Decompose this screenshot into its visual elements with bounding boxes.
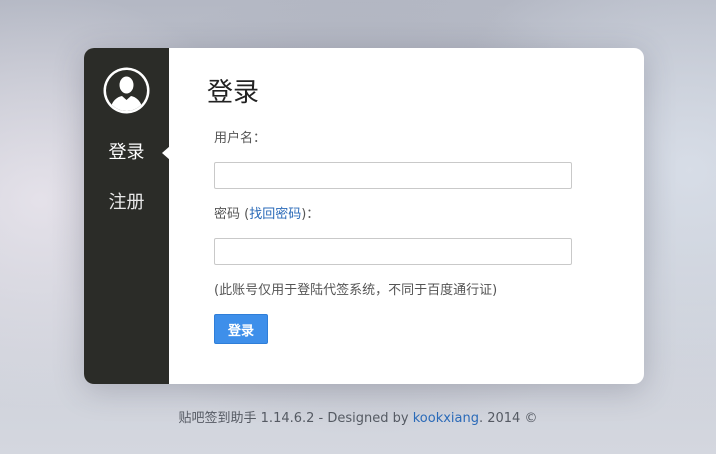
forgot-password-link[interactable]: 找回密码 <box>249 207 301 222</box>
author-link[interactable]: kookxiang <box>413 411 479 426</box>
login-button[interactable]: 登录 <box>214 314 268 344</box>
login-card: 登录 注册 登录 用户名： 密码 (找回密码)： (此账号仅用于登陆代签系统，不… <box>84 48 644 384</box>
sidebar: 登录 注册 <box>84 48 169 384</box>
password-input[interactable] <box>214 238 572 265</box>
footer-copyright: . 2014 © <box>478 411 538 426</box>
footer-text: 贴吧签到助手 1.14.6.2 - Designed by <box>178 411 413 426</box>
password-label-suffix: )： <box>301 207 320 222</box>
page-title: 登录 <box>207 78 260 108</box>
password-label: 密码 (找回密码)： <box>214 206 319 224</box>
user-avatar-icon <box>103 67 150 114</box>
username-input[interactable] <box>214 162 572 189</box>
login-form: 登录 用户名： 密码 (找回密码)： (此账号仅用于登陆代签系统，不同于百度通行… <box>169 48 644 384</box>
sidebar-item-login[interactable]: 登录 <box>84 141 169 165</box>
username-label: 用户名： <box>214 131 267 146</box>
footer: 贴吧签到助手 1.14.6.2 - Designed by kookxiang.… <box>0 410 716 428</box>
sidebar-item-register[interactable]: 注册 <box>84 191 169 215</box>
password-label-prefix: 密码 ( <box>214 207 250 222</box>
account-note: (此账号仅用于登陆代签系统，不同于百度通行证) <box>214 283 498 298</box>
